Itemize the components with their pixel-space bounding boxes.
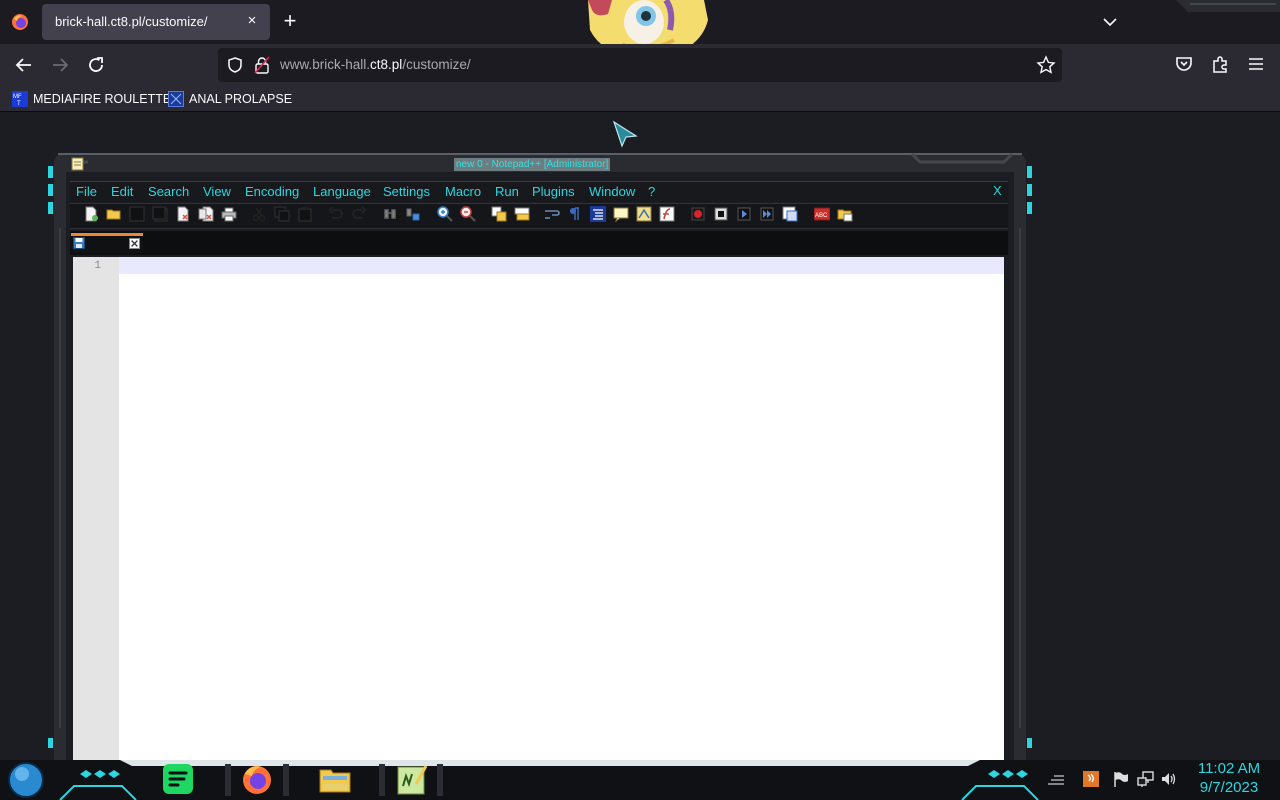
notepad-plus-plus-icon[interactable] xyxy=(394,762,430,796)
save-all-icon[interactable] xyxy=(152,206,168,222)
text-editor-area[interactable] xyxy=(73,257,1004,760)
menu-encoding[interactable]: Encoding xyxy=(245,184,299,199)
menu-macro[interactable]: Macro xyxy=(445,184,481,199)
url-prefix: www.brick-hall. xyxy=(280,57,371,72)
replace-icon[interactable] xyxy=(405,206,421,222)
url-host: ct8.pl xyxy=(370,57,403,72)
spell-check-icon[interactable]: ABC xyxy=(814,206,830,222)
close-document-button[interactable]: X xyxy=(993,183,1002,198)
close-tab-icon[interactable] xyxy=(129,238,140,249)
reload-icon[interactable] xyxy=(84,53,108,77)
bookmark-anal-prolapse[interactable]: ANAL PROLAPSE xyxy=(168,90,292,108)
svg-text:T: T xyxy=(17,101,21,107)
save-icon[interactable] xyxy=(129,206,145,222)
tab-title: brick-hall.ct8.pl/customize/ xyxy=(55,14,208,29)
undo-icon[interactable] xyxy=(328,206,344,222)
url-text[interactable]: www.brick-hall.ct8.pl/customize/ xyxy=(280,57,471,72)
show-all-characters-icon[interactable] xyxy=(567,206,583,222)
stop-recording-icon[interactable] xyxy=(713,206,729,222)
network-icon[interactable] xyxy=(1137,770,1155,788)
zoom-in-icon[interactable] xyxy=(437,206,453,222)
bookmark-star-icon[interactable] xyxy=(1036,55,1056,75)
hamburger-menu-icon[interactable] xyxy=(1245,53,1267,75)
open-file-icon[interactable] xyxy=(106,206,122,222)
paste-icon[interactable] xyxy=(297,206,313,222)
current-line-highlight xyxy=(119,257,1004,274)
file-explorer-icon[interactable] xyxy=(317,762,353,796)
menu-settings[interactable]: Settings xyxy=(383,184,430,199)
folder-workspace-icon[interactable] xyxy=(837,206,853,222)
bookmark-label: MEDIAFIRE ROULETTER xyxy=(33,92,181,106)
copy-icon[interactable] xyxy=(274,206,290,222)
line-number: 1 xyxy=(94,260,101,272)
menu-help[interactable]: ? xyxy=(648,184,655,199)
start-orb-icon[interactable] xyxy=(7,761,45,799)
unsaved-document-icon xyxy=(73,237,85,249)
show-hidden-icons-icon[interactable] xyxy=(1047,770,1065,788)
taskbar-clock-date[interactable]: 9/7/2023 xyxy=(1186,779,1272,796)
taskbar-clock-time[interactable]: 11:02 AM xyxy=(1186,760,1272,777)
menu-plugins[interactable]: Plugins xyxy=(532,184,575,199)
zoom-out-icon[interactable] xyxy=(460,206,476,222)
insecure-lock-icon[interactable] xyxy=(254,56,270,74)
word-wrap-icon[interactable] xyxy=(544,206,560,222)
function-list-icon[interactable] xyxy=(659,206,675,222)
sync-horizontal-icon[interactable] xyxy=(514,206,530,222)
save-macro-icon[interactable] xyxy=(782,206,798,222)
tab-close-icon[interactable]: × xyxy=(244,13,260,29)
bookmark-mediafire-rouletter[interactable]: MF T MEDIAFIRE ROULETTER xyxy=(12,90,180,108)
menu-window[interactable]: Window xyxy=(589,184,635,199)
user-defined-language-icon[interactable] xyxy=(613,206,629,222)
volume-icon[interactable] xyxy=(1160,770,1178,788)
pocket-icon[interactable] xyxy=(1173,53,1195,75)
find-icon[interactable] xyxy=(382,206,398,222)
tracking-protection-shield-icon[interactable] xyxy=(226,56,244,74)
bookmark-label: ANAL PROLAPSE xyxy=(189,92,293,106)
url-path: /customize/ xyxy=(402,57,471,72)
menu-view[interactable]: View xyxy=(203,184,231,199)
document-map-icon[interactable] xyxy=(636,206,652,222)
indent-guide-icon[interactable] xyxy=(590,206,606,222)
browser-tab[interactable]: brick-hall.ct8.pl/customize/ × xyxy=(42,4,270,40)
back-arrow-icon[interactable] xyxy=(12,53,36,77)
document-tab-strip xyxy=(70,231,1008,255)
sync-vertical-icon[interactable] xyxy=(491,206,507,222)
close-file-icon[interactable] xyxy=(175,206,191,222)
notepad-document-icon xyxy=(71,157,84,171)
redo-icon[interactable] xyxy=(351,206,367,222)
window-frame-decoration xyxy=(1176,0,1280,12)
svg-text:MF: MF xyxy=(13,94,22,100)
playback-icon[interactable] xyxy=(736,206,752,222)
tab-list-chevron-icon[interactable] xyxy=(1100,12,1120,32)
line-number-gutter xyxy=(73,257,119,760)
menu-edit[interactable]: Edit xyxy=(111,184,133,199)
window-title: new 0 - Notepad++ [Administrator] xyxy=(454,158,611,171)
extensions-puzzle-icon[interactable] xyxy=(1209,53,1231,75)
mouse-cursor-icon xyxy=(612,120,638,148)
menu-file[interactable]: File xyxy=(76,184,97,199)
run-macro-multiple-icon[interactable] xyxy=(759,206,775,222)
new-tab-button[interactable]: + xyxy=(279,10,301,33)
action-center-flag-icon[interactable] xyxy=(1112,770,1130,788)
new-file-icon[interactable] xyxy=(83,206,99,222)
firefox-icon xyxy=(12,14,28,30)
record-macro-icon[interactable] xyxy=(690,206,706,222)
cut-icon[interactable] xyxy=(251,206,267,222)
svg-text:ABC: ABC xyxy=(815,213,828,219)
spotify-icon[interactable] xyxy=(160,762,196,796)
print-icon[interactable] xyxy=(221,206,237,222)
firefox-icon[interactable] xyxy=(239,762,275,796)
menu-run[interactable]: Run xyxy=(495,184,519,199)
bookmark-icon xyxy=(168,91,184,107)
forward-arrow-icon[interactable] xyxy=(48,53,72,77)
java-update-icon[interactable] xyxy=(1082,770,1100,788)
menu-language[interactable]: Language xyxy=(313,184,371,199)
address-bar[interactable]: www.brick-hall.ct8.pl/customize/ xyxy=(218,48,1062,82)
menu-search[interactable]: Search xyxy=(148,184,189,199)
close-all-icon[interactable] xyxy=(198,206,214,222)
mediafire-icon: MF T xyxy=(12,91,28,107)
